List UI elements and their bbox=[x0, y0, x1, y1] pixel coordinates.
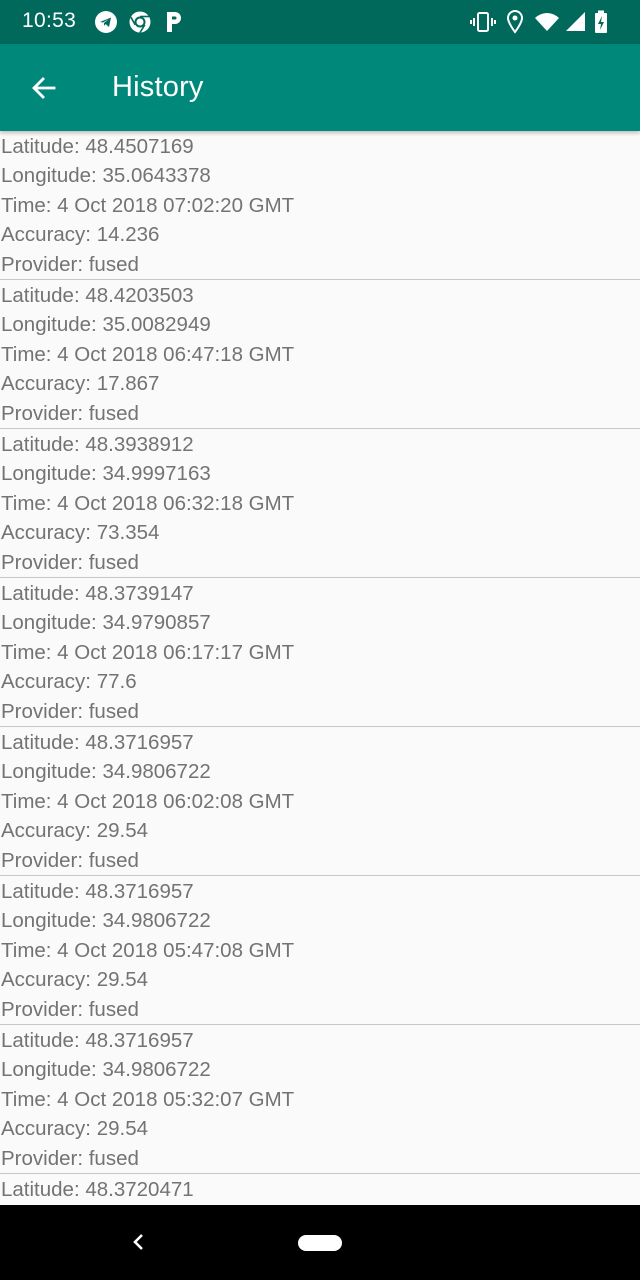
longitude-text: Longitude: 34.9806722 bbox=[1, 1058, 211, 1081]
time-text: Time: 4 Oct 2018 06:02:08 GMT bbox=[1, 789, 295, 813]
status-system-icons bbox=[470, 10, 620, 34]
provider-text: Provider: fused bbox=[1, 550, 139, 574]
history-record[interactable]: Latitude: 48.4203503 Longitude: 35.00829… bbox=[0, 281, 640, 429]
longitude-text: Longitude: 34.9806722 bbox=[1, 760, 211, 783]
navigation-bar bbox=[0, 1205, 640, 1280]
longitude-text: Longitude: 34.9790857 bbox=[1, 611, 211, 634]
history-record[interactable]: Latitude: 48.3716957 Longitude: 34.98067… bbox=[0, 1026, 640, 1174]
latitude-text: Latitude: 48.4507169 bbox=[1, 134, 194, 158]
accuracy-text: Accuracy: 29.54 bbox=[1, 819, 148, 842]
longitude-text: Longitude: 34.9806722 bbox=[1, 909, 211, 932]
history-list[interactable]: Latitude: 48.4507169 Longitude: 35.06433… bbox=[0, 131, 640, 1205]
latitude-text: Latitude: 48.3720471 bbox=[1, 1177, 194, 1201]
time-text: Time: 4 Oct 2018 05:32:07 GMT bbox=[1, 1087, 295, 1111]
longitude-text: Longitude: 35.0082949 bbox=[1, 313, 211, 336]
history-record[interactable]: Latitude: 48.3739147 Longitude: 34.97908… bbox=[0, 579, 640, 727]
history-record[interactable]: Latitude: 48.3720471 bbox=[0, 1175, 640, 1205]
time-text: Time: 4 Oct 2018 07:02:20 GMT bbox=[1, 193, 295, 217]
latitude-text: Latitude: 48.3716957 bbox=[1, 879, 194, 903]
battery-charging-icon bbox=[595, 10, 607, 33]
nav-back-icon[interactable] bbox=[128, 1231, 150, 1253]
longitude-text: Longitude: 35.0643378 bbox=[1, 164, 211, 187]
accuracy-text: Accuracy: 29.54 bbox=[1, 1117, 148, 1140]
latitude-text: Latitude: 48.3716957 bbox=[1, 730, 194, 754]
status-time: 10:53 bbox=[22, 9, 77, 32]
history-record[interactable]: Latitude: 48.3716957 Longitude: 34.98067… bbox=[0, 728, 640, 876]
arrow-back-icon bbox=[32, 77, 56, 99]
telegram-icon bbox=[95, 11, 117, 33]
longitude-text: Longitude: 34.9997163 bbox=[1, 462, 211, 485]
wifi-icon bbox=[535, 13, 559, 31]
history-record[interactable]: Latitude: 48.3716957 Longitude: 34.98067… bbox=[0, 877, 640, 1025]
provider-text: Provider: fused bbox=[1, 1146, 139, 1170]
history-record[interactable]: Latitude: 48.4507169 Longitude: 35.06433… bbox=[0, 132, 640, 280]
provider-text: Provider: fused bbox=[1, 699, 139, 723]
app-bar: History bbox=[0, 44, 640, 131]
latitude-text: Latitude: 48.3716957 bbox=[1, 1028, 194, 1052]
time-text: Time: 4 Oct 2018 05:47:08 GMT bbox=[1, 938, 295, 962]
nav-home-pill-icon[interactable] bbox=[298, 1235, 342, 1251]
page-title: History bbox=[112, 71, 204, 103]
provider-text: Provider: fused bbox=[1, 401, 139, 425]
vibrate-icon bbox=[470, 12, 496, 32]
time-text: Time: 4 Oct 2018 06:47:18 GMT bbox=[1, 342, 295, 366]
accuracy-text: Accuracy: 73.354 bbox=[1, 521, 160, 544]
latitude-text: Latitude: 48.4203503 bbox=[1, 283, 194, 307]
parking-icon bbox=[167, 12, 181, 32]
latitude-text: Latitude: 48.3739147 bbox=[1, 581, 194, 605]
accuracy-text: Accuracy: 14.236 bbox=[1, 223, 160, 246]
provider-text: Provider: fused bbox=[1, 848, 139, 872]
time-text: Time: 4 Oct 2018 06:17:17 GMT bbox=[1, 640, 295, 664]
location-icon bbox=[506, 10, 524, 34]
accuracy-text: Accuracy: 29.54 bbox=[1, 968, 148, 991]
latitude-text: Latitude: 48.3938912 bbox=[1, 432, 194, 456]
time-text: Time: 4 Oct 2018 06:32:18 GMT bbox=[1, 491, 295, 515]
back-button[interactable] bbox=[20, 64, 68, 112]
signal-icon bbox=[566, 12, 585, 31]
history-record[interactable]: Latitude: 48.3938912 Longitude: 34.99971… bbox=[0, 430, 640, 578]
status-bar: 10:53 bbox=[0, 0, 640, 44]
accuracy-text: Accuracy: 77.6 bbox=[1, 670, 137, 693]
accuracy-text: Accuracy: 17.867 bbox=[1, 372, 160, 395]
provider-text: Provider: fused bbox=[1, 997, 139, 1021]
chrome-icon bbox=[129, 11, 151, 33]
provider-text: Provider: fused bbox=[1, 252, 139, 276]
